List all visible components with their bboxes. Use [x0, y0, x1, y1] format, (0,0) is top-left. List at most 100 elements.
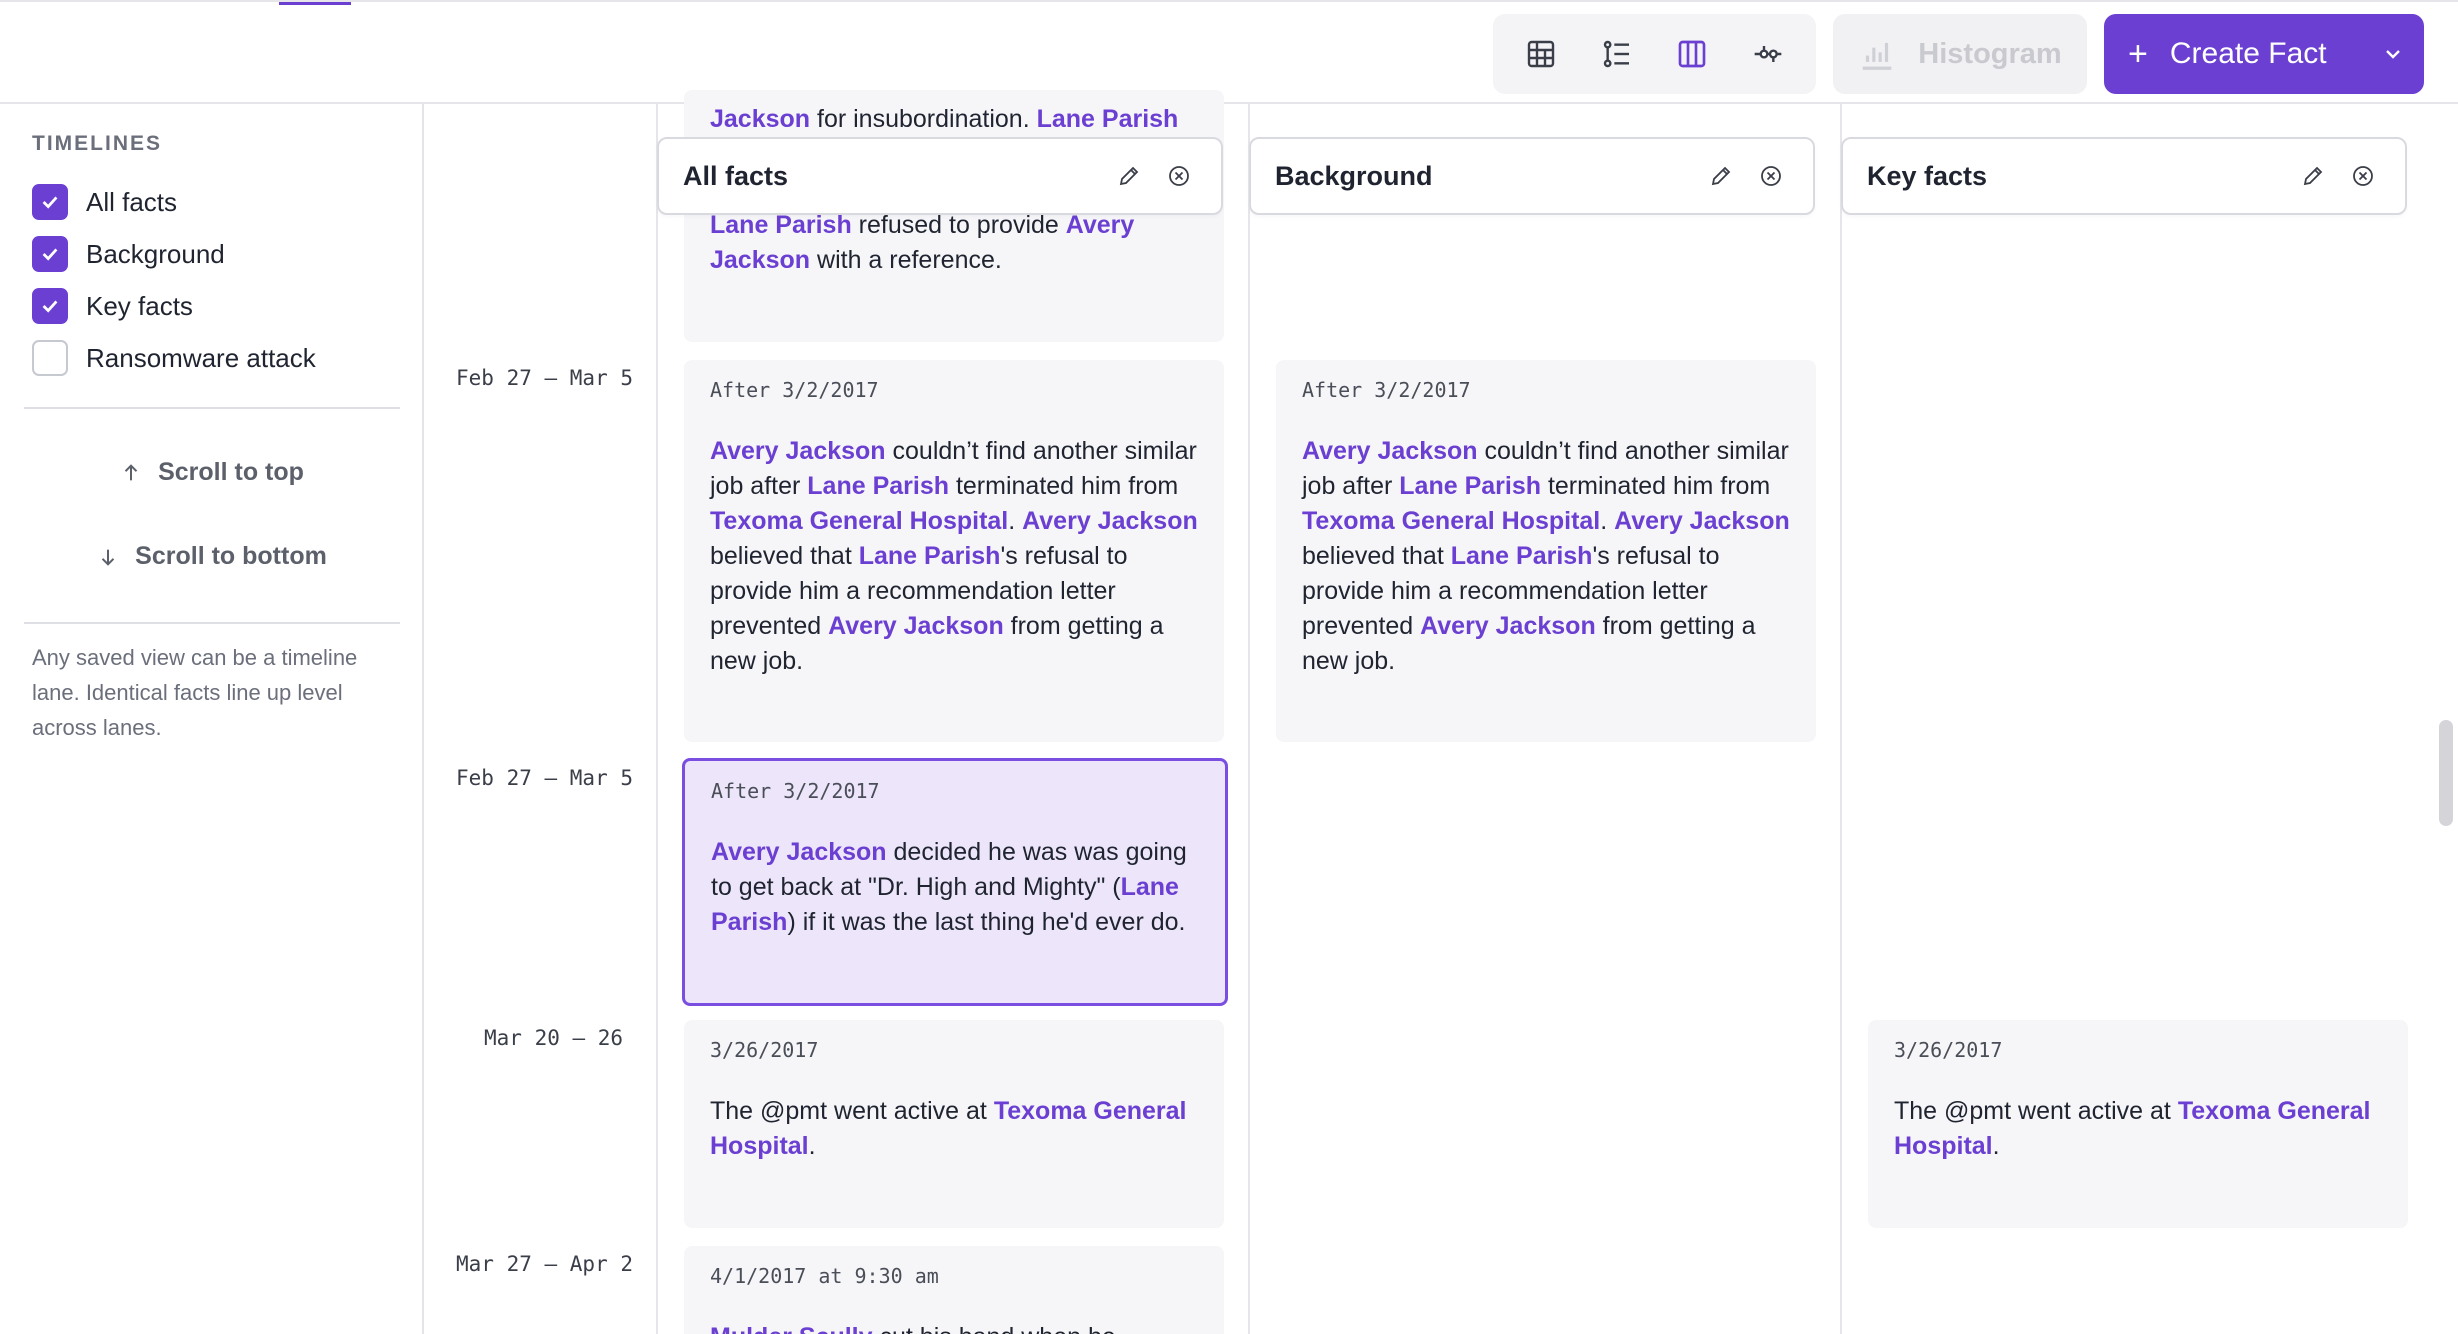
- lane-separator: [656, 104, 658, 1334]
- fact-card[interactable]: After 3/2/2017 Avery Jackson couldn’t fi…: [1276, 360, 1816, 742]
- fact-text: Jackson for insubordination. Lane Parish: [710, 105, 1179, 133]
- lane-title: Key facts: [1867, 160, 1988, 191]
- close-circle-icon: [1761, 166, 1781, 186]
- checkbox-checked[interactable]: [32, 288, 68, 324]
- fact-date: After 3/2/2017: [710, 378, 879, 402]
- date-group-label: Mar 20 – 26: [484, 1026, 624, 1050]
- edit-lane-button[interactable]: [1111, 158, 1147, 194]
- active-tab-indicator: [279, 2, 351, 5]
- sidebar-divider: [24, 622, 400, 624]
- entity-link[interactable]: Lane Parish: [807, 472, 949, 500]
- checkbox-checked[interactable]: [32, 184, 68, 220]
- fact-text: The @pmt went active at Texoma General H…: [1894, 1097, 2371, 1160]
- fact-date: After 3/2/2017: [1302, 378, 1471, 402]
- fact-text: Lane Parish refused to provide Avery Jack…: [710, 211, 1135, 274]
- fact-text: Avery Jackson decided he was was going t…: [711, 838, 1187, 936]
- list-view-button[interactable]: [1585, 22, 1649, 86]
- entity-link[interactable]: Avery Jackson: [1302, 437, 1478, 465]
- entity-link[interactable]: Lane Parish: [1037, 105, 1179, 133]
- scroll-to-bottom-button[interactable]: Scroll to bottom: [0, 542, 424, 571]
- entity-link[interactable]: Avery Jackson: [710, 437, 886, 465]
- entity-link[interactable]: Lane Parish: [859, 542, 1001, 570]
- pencil-icon: [2303, 166, 2323, 186]
- top-toolbar: Histogram + Create Fact: [0, 0, 2458, 104]
- lane-header-key-facts: Key facts: [1841, 137, 2407, 215]
- create-fact-button-group: + Create Fact: [2104, 14, 2424, 94]
- lanes-view-icon: [1679, 40, 1706, 68]
- lane-separator: [1248, 104, 1250, 1334]
- entity-link[interactable]: Avery Jackson: [1420, 612, 1596, 640]
- entity-link[interactable]: Texoma General Hospital: [710, 507, 1008, 535]
- create-fact-dropdown[interactable]: [2362, 14, 2424, 94]
- create-fact-button[interactable]: + Create Fact: [2104, 14, 2362, 94]
- view-switcher: [1493, 14, 1816, 94]
- close-circle-icon: [1169, 166, 1189, 186]
- checkbox-checked[interactable]: [32, 236, 68, 272]
- fact-card-selected[interactable]: After 3/2/2017 Avery Jackson decided he …: [682, 758, 1228, 1006]
- date-group-label: Feb 27 – Mar 5: [456, 366, 634, 390]
- pencil-icon: [1711, 166, 1731, 186]
- entity-link[interactable]: Mulder Scully: [710, 1323, 873, 1334]
- entity-link[interactable]: Avery Jackson: [1614, 507, 1790, 535]
- vertical-scrollbar-thumb[interactable]: [2439, 720, 2453, 826]
- arrow-up-icon: [124, 463, 138, 480]
- fact-card[interactable]: After 3/2/2017 Avery Jackson couldn’t fi…: [684, 360, 1224, 742]
- fact-text: Avery Jackson couldn’t find another simi…: [710, 437, 1198, 675]
- remove-lane-button[interactable]: [1753, 158, 1789, 194]
- sidebar-help-note: Any saved view can be a timeline lane. I…: [32, 645, 358, 740]
- entity-link[interactable]: Lane Parish: [1399, 472, 1541, 500]
- scroll-to-bottom-label: Scroll to bottom: [135, 542, 327, 570]
- entity-link[interactable]: Lane Parish: [1451, 542, 1593, 570]
- entity-link[interactable]: Texoma General Hospital: [1302, 507, 1600, 535]
- timeline-view-button[interactable]: [1736, 22, 1800, 86]
- checkbox-unchecked[interactable]: [32, 340, 68, 376]
- scroll-to-top-button[interactable]: Scroll to top: [0, 458, 424, 487]
- entity-link[interactable]: Avery Jackson: [1022, 507, 1198, 535]
- sidebar-divider: [24, 407, 400, 409]
- fact-card[interactable]: 3/26/2017 The @pmt went active at Texoma…: [1868, 1020, 2408, 1228]
- timeline-toggle-all-facts[interactable]: All facts: [32, 182, 177, 222]
- table-view-button[interactable]: [1509, 22, 1573, 86]
- scroll-to-top-label: Scroll to top: [158, 458, 304, 486]
- check-icon: [42, 300, 58, 313]
- lane-header-all-facts: All facts: [657, 137, 1223, 215]
- bar-chart-icon: [1863, 42, 1892, 70]
- create-fact-label: Create Fact: [2169, 37, 2327, 70]
- close-circle-icon: [2353, 166, 2373, 186]
- fact-card[interactable]: Jackson for insubordination. Lane Parish…: [684, 90, 1224, 342]
- timelines-heading: TIMELINES: [32, 132, 163, 155]
- lane-separator: [1840, 104, 1842, 1334]
- entity-link[interactable]: Jackson: [710, 246, 810, 274]
- chevron-down-icon: [2386, 50, 2400, 59]
- entity-link[interactable]: Jackson: [710, 105, 810, 133]
- fact-card[interactable]: 4/1/2017 at 9:30 am Mulder Scully cut hi…: [684, 1246, 1224, 1334]
- edit-lane-button[interactable]: [2295, 158, 2331, 194]
- table-view-icon: [1527, 40, 1555, 68]
- timeline-toggle-label: All facts: [86, 186, 178, 217]
- pencil-icon: [1119, 166, 1139, 186]
- timeline-toggle-ransomware-attack[interactable]: Ransomware attack: [32, 338, 316, 378]
- arrow-down-icon: [101, 549, 115, 566]
- fact-text: Avery Jackson couldn’t find another simi…: [1302, 437, 1790, 675]
- date-group-label: Mar 27 – Apr 2: [456, 1252, 634, 1276]
- entity-link[interactable]: Lane Parish: [710, 211, 852, 239]
- histogram-button[interactable]: Histogram: [1833, 14, 2087, 94]
- list-view-icon: [1603, 40, 1629, 68]
- timeline-toggle-background[interactable]: Background: [32, 234, 225, 274]
- timeline-toggle-label: Background: [86, 238, 225, 269]
- timeline-toggle-label: Ransomware attack: [86, 342, 316, 373]
- entity-link[interactable]: Avery: [1066, 211, 1135, 239]
- entity-link[interactable]: Avery Jackson: [828, 612, 1004, 640]
- lane-title: Background: [1275, 160, 1433, 191]
- timeline-toggle-key-facts[interactable]: Key facts: [32, 286, 193, 326]
- fact-card[interactable]: 3/26/2017 The @pmt went active at Texoma…: [684, 1020, 1224, 1228]
- fact-date: 4/1/2017 at 9:30 am: [710, 1264, 939, 1288]
- fact-date: 3/26/2017: [1894, 1038, 2003, 1062]
- lanes-view-button[interactable]: [1660, 22, 1724, 86]
- date-group-label: Feb 27 – Mar 5: [456, 766, 634, 790]
- timeline-view-icon: [1754, 46, 1782, 62]
- entity-link[interactable]: Avery Jackson: [711, 838, 887, 866]
- remove-lane-button[interactable]: [1161, 158, 1197, 194]
- edit-lane-button[interactable]: [1703, 158, 1739, 194]
- remove-lane-button[interactable]: [2345, 158, 2381, 194]
